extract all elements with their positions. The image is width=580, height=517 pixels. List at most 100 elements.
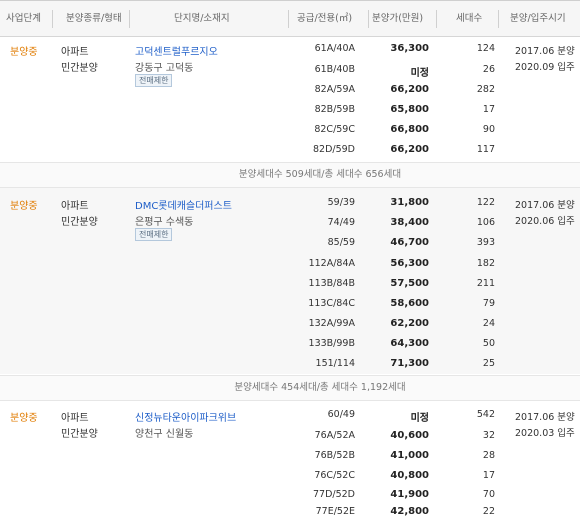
row-price: 36,300 xyxy=(390,43,429,54)
row-area: 82D/59D xyxy=(312,144,355,155)
resale-restriction-tag: 전매제한 xyxy=(135,74,173,87)
building-type: 아파트 xyxy=(61,413,89,424)
header-area: 공급/전용(㎡) xyxy=(297,13,353,24)
sale-date: 2017.06 분양 xyxy=(515,412,575,423)
row-units: 182 xyxy=(476,258,495,269)
row-units: 117 xyxy=(476,144,495,155)
header-stage: 사업단계 xyxy=(6,13,41,24)
row-units: 17 xyxy=(482,104,495,115)
row-price: 56,300 xyxy=(390,258,429,269)
row-area: 76C/52C xyxy=(314,470,355,481)
row-units: 106 xyxy=(476,217,495,228)
header-divider xyxy=(498,10,499,28)
sale-date: 2017.06 분양 xyxy=(515,46,575,57)
complex-name-link[interactable]: DMC롯데캐슬더퍼스트 xyxy=(135,197,232,212)
row-area: 77D/52D xyxy=(312,489,355,500)
row-area: 112A/84A xyxy=(308,258,355,269)
row-price: 65,800 xyxy=(390,104,429,115)
summary-text: 분양세대수 454세대/총 세대수 1,192세대 xyxy=(234,382,406,393)
group-summary: 분양세대수 454세대/총 세대수 1,192세대 xyxy=(0,375,580,401)
row-price: 64,300 xyxy=(390,338,429,349)
row-price: 71,300 xyxy=(390,358,429,369)
row-price: 42,800 xyxy=(390,506,429,517)
row-price: 46,700 xyxy=(390,237,429,248)
row-area: 113C/84C xyxy=(308,298,355,309)
row-area: 113B/84B xyxy=(308,278,355,289)
row-units: 17 xyxy=(482,470,495,481)
group-summary: 분양세대수 509세대/총 세대수 656세대 xyxy=(0,162,580,188)
table-header: 사업단계 분양종류/형태 단지명/소재지 공급/전용(㎡) 분양가(만원) 세대… xyxy=(0,0,580,37)
resale-restriction-tag: 전매제한 xyxy=(135,228,173,241)
row-price: 66,200 xyxy=(390,84,429,95)
row-units: 90 xyxy=(482,124,495,135)
header-divider xyxy=(129,10,130,28)
row-units: 124 xyxy=(476,43,495,54)
row-price: 38,400 xyxy=(390,217,429,228)
summary-text: 분양세대수 509세대/총 세대수 656세대 xyxy=(238,169,402,180)
row-units: 393 xyxy=(476,237,495,248)
header-divider xyxy=(288,10,289,28)
building-type: 아파트 xyxy=(61,47,89,58)
row-units: 26 xyxy=(482,64,495,75)
row-price: 66,800 xyxy=(390,124,429,135)
status-badge: 분양중 xyxy=(10,47,38,58)
row-price: 41,900 xyxy=(390,489,429,500)
row-area: 59/39 xyxy=(327,197,355,208)
complex-address: 은평구 수색동 xyxy=(135,217,194,228)
sale-type: 민간분양 xyxy=(61,217,98,228)
complex-name-link[interactable]: 고덕센트럴푸르지오 xyxy=(135,43,218,58)
row-area: 85/59 xyxy=(327,237,355,248)
row-area: 132A/99A xyxy=(308,318,355,329)
row-units: 25 xyxy=(482,358,495,369)
row-price: 57,500 xyxy=(390,278,429,289)
row-price: 미정 xyxy=(410,413,429,424)
row-area: 60/49 xyxy=(327,409,355,420)
sale-type: 민간분양 xyxy=(61,63,98,74)
header-divider xyxy=(52,10,53,28)
row-units: 32 xyxy=(482,430,495,441)
header-complex: 단지명/소재지 xyxy=(174,13,230,24)
row-area: 133B/99B xyxy=(308,338,355,349)
row-units: 70 xyxy=(482,489,495,500)
row-units: 24 xyxy=(482,318,495,329)
row-area: 61A/40A xyxy=(314,43,355,54)
row-area: 76B/52B xyxy=(314,450,355,461)
row-units: 79 xyxy=(482,298,495,309)
complex-address: 양천구 신월동 xyxy=(135,429,194,440)
row-area: 77E/52E xyxy=(315,506,355,517)
row-area: 82C/59C xyxy=(314,124,355,135)
building-type: 아파트 xyxy=(61,201,89,212)
row-price: 62,200 xyxy=(390,318,429,329)
header-divider xyxy=(368,10,369,28)
row-area: 82B/59B xyxy=(314,104,355,115)
row-units: 22 xyxy=(482,506,495,517)
header-price: 분양가(만원) xyxy=(372,13,424,24)
movein-date: 2020.09 입주 xyxy=(515,62,575,73)
row-units: 122 xyxy=(476,197,495,208)
row-area: 76A/52A xyxy=(314,430,355,441)
row-units: 282 xyxy=(476,84,495,95)
row-area: 74/49 xyxy=(327,217,355,228)
row-price: 40,800 xyxy=(390,470,429,481)
row-units: 50 xyxy=(482,338,495,349)
row-price: 40,600 xyxy=(390,430,429,441)
row-units: 211 xyxy=(476,278,495,289)
movein-date: 2020.06 입주 xyxy=(515,216,575,227)
row-units: 28 xyxy=(482,450,495,461)
header-units: 세대수 xyxy=(456,13,483,24)
status-badge: 분양중 xyxy=(10,413,38,424)
complex-address: 강동구 고덕동 xyxy=(135,63,194,74)
header-divider xyxy=(436,10,437,28)
sale-type: 민간분양 xyxy=(61,429,98,440)
row-price: 66,200 xyxy=(390,144,429,155)
complex-name-link[interactable]: 신정뉴타운아이파크위브 xyxy=(135,409,236,424)
row-price: 41,000 xyxy=(390,450,429,461)
row-price: 미정 xyxy=(410,68,429,79)
row-units: 542 xyxy=(476,409,495,420)
movein-date: 2020.03 입주 xyxy=(515,428,575,439)
status-badge: 분양중 xyxy=(10,201,38,212)
row-area: 61B/40B xyxy=(314,64,355,75)
row-price: 58,600 xyxy=(390,298,429,309)
header-kind: 분양종류/형태 xyxy=(66,13,122,24)
header-period: 분양/입주시기 xyxy=(510,13,566,24)
